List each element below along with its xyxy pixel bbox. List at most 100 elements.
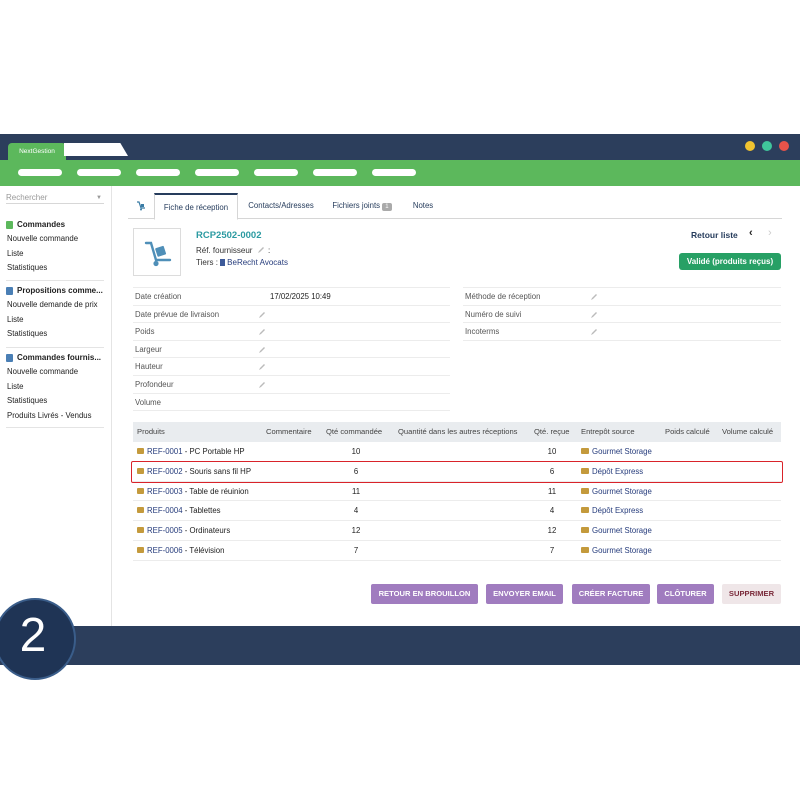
table-row[interactable]: REF-0003 - Table de réuinion 11 11 Gourmet … [133, 482, 781, 502]
tiers-link[interactable]: BeRecht Avocats [227, 258, 288, 267]
table-row[interactable]: REF-0004 - Tablettes 4 4 Dépôt Express [133, 501, 781, 522]
col-header-products[interactable]: Produits [137, 422, 165, 442]
tab-reception-icon[interactable] [130, 193, 152, 219]
pencil-icon[interactable] [590, 311, 598, 319]
warehouse-cell: Dépôt Express [581, 462, 643, 482]
sidebar-item-products-delivered[interactable]: Produits Livrés - Vendus [0, 409, 112, 424]
product-box-icon [137, 546, 144, 553]
info-field-label: Date prévue de livraison [135, 309, 220, 319]
sidebar-group-title[interactable]: Commandes [0, 217, 112, 232]
tab-fichiers-joints[interactable]: Fichiers joints 1 [324, 193, 400, 219]
send-email-button[interactable]: ENVOYER EMAIL [486, 584, 563, 604]
proposal-icon [6, 286, 13, 295]
qty-received-cell: 7 [549, 545, 555, 555]
table-row[interactable]: REF-0001 - PC Portable HP 10 10 Gourmet Sto… [133, 442, 781, 462]
create-invoice-button[interactable]: CRÉER FACTURE [572, 584, 650, 604]
product-ref-link[interactable]: REF-0003 [147, 487, 183, 496]
table-row[interactable]: REF-0005 - Ordinateurs 12 12 Gourmet Storag… [133, 521, 781, 541]
minimize-dot-icon[interactable] [745, 141, 755, 151]
tab-contacts[interactable]: Contacts/Adresses [240, 193, 322, 219]
screenshot-stage: NextGestion Rechercher ▼ Commandes Nouve… [0, 0, 800, 800]
maximize-dot-icon[interactable] [762, 141, 772, 151]
warehouse-link[interactable]: Gourmet Storage [592, 447, 652, 456]
empty-tab[interactable] [64, 143, 128, 156]
menu-item-placeholder[interactable] [77, 169, 121, 176]
tiers-label: Tiers : [196, 258, 218, 267]
sidebar-item-list[interactable]: Liste [0, 247, 112, 262]
menu-item-placeholder[interactable] [313, 169, 357, 176]
app-tab[interactable]: NextGestion [8, 143, 66, 160]
pencil-icon[interactable] [258, 328, 266, 336]
table-row[interactable]: REF-0002 - Souris sans fil HP 6 6 Dépôt Exp… [133, 462, 781, 482]
warehouse-link[interactable]: Gourmet Storage [592, 526, 652, 535]
table-body: REF-0001 - PC Portable HP 10 10 Gourmet Sto… [133, 442, 781, 561]
sidebar-item-new-order[interactable]: Nouvelle commande [0, 232, 112, 247]
sidebar-item-stats[interactable]: Statistiques [0, 394, 112, 409]
col-header-qty-ordered[interactable]: Qté commandée [326, 422, 382, 442]
close-dot-icon[interactable] [779, 141, 789, 151]
product-box-icon [137, 507, 144, 514]
close-button[interactable]: CLÔTURER [657, 584, 714, 604]
status-badge: Validé (produits reçus) [679, 253, 781, 270]
col-header-volume[interactable]: Volume calculé [722, 422, 773, 442]
sidebar-divider [6, 280, 104, 281]
col-header-warehouse[interactable]: Entrepôt source [581, 422, 635, 442]
product-ref-link[interactable]: REF-0002 [147, 467, 183, 476]
warehouse-icon [581, 448, 589, 454]
product-cell: REF-0005 - Ordinateurs [137, 521, 230, 541]
delete-button[interactable]: SUPPRIMER [722, 584, 781, 604]
product-ref-link[interactable]: REF-0006 [147, 546, 183, 555]
col-header-qty-other[interactable]: Quantité dans les autres réceptions [398, 422, 517, 442]
pencil-icon[interactable] [258, 346, 266, 354]
pencil-icon[interactable] [258, 363, 266, 371]
table-row[interactable]: REF-0006 - Télévision 7 7 Gourmet Storage [133, 541, 781, 561]
menu-item-placeholder[interactable] [254, 169, 298, 176]
product-ref-link[interactable]: REF-0005 [147, 526, 183, 535]
product-ref-link[interactable]: REF-0004 [147, 506, 183, 515]
menu-item-placeholder[interactable] [195, 169, 239, 176]
info-field-row: Hauteur [133, 358, 450, 376]
warehouse-link[interactable]: Gourmet Storage [592, 546, 652, 555]
tab-notes[interactable]: Notes [404, 193, 442, 219]
pencil-icon[interactable] [590, 293, 598, 301]
next-record-icon[interactable]: › [768, 227, 772, 239]
sidebar-item-list[interactable]: Liste [0, 380, 112, 395]
sidebar-item-stats[interactable]: Statistiques [0, 261, 112, 276]
info-field-row: Incoterms [463, 323, 781, 341]
back-to-draft-button[interactable]: RETOUR EN BROUILLON [371, 584, 478, 604]
menu-item-placeholder[interactable] [372, 169, 416, 176]
sidebar-search-select[interactable]: Rechercher ▼ [6, 192, 104, 204]
pencil-icon[interactable] [258, 311, 266, 319]
col-header-qty-received[interactable]: Qté. reçue [534, 422, 569, 442]
warehouse-icon [581, 546, 589, 553]
product-label: Tablettes [189, 506, 221, 516]
sidebar-item-stats[interactable]: Statistiques [0, 327, 112, 342]
back-to-list-link[interactable]: Retour liste [691, 230, 738, 240]
warehouse-cell: Gourmet Storage [581, 442, 652, 462]
sidebar-divider [6, 427, 104, 428]
sidebar-item-list[interactable]: Liste [0, 313, 112, 328]
warehouse-link[interactable]: Dépôt Express [592, 506, 643, 515]
info-field-label: Numéro de suivi [465, 309, 522, 319]
previous-record-icon[interactable]: ‹ [749, 227, 753, 239]
menu-item-placeholder[interactable] [136, 169, 180, 176]
col-header-weight[interactable]: Poids calculé [665, 422, 710, 442]
qty-received-cell: 6 [549, 466, 555, 476]
qty-received-cell: 4 [549, 506, 555, 516]
menu-item-placeholder[interactable] [18, 169, 62, 176]
pencil-icon[interactable] [257, 246, 265, 254]
sidebar-item-new-price-request[interactable]: Nouvelle demande de prix [0, 298, 112, 313]
bottom-bar [0, 626, 800, 665]
col-header-comment[interactable]: Commentaire [266, 422, 312, 442]
product-ref-link[interactable]: REF-0001 [147, 447, 183, 456]
sidebar-group-title[interactable]: Propositions comme... [0, 283, 112, 298]
warehouse-link[interactable]: Dépôt Express [592, 467, 643, 476]
pencil-icon[interactable] [258, 381, 266, 389]
qty-ordered-cell: 12 [351, 526, 361, 536]
sidebar-group-title[interactable]: Commandes fournis... [0, 350, 112, 365]
info-field-label: Méthode de réception [465, 292, 541, 301]
pencil-icon[interactable] [590, 328, 598, 336]
tab-fiche-reception[interactable]: Fiche de réception [154, 193, 238, 220]
sidebar-item-new-order[interactable]: Nouvelle commande [0, 365, 112, 380]
warehouse-link[interactable]: Gourmet Storage [592, 487, 652, 496]
